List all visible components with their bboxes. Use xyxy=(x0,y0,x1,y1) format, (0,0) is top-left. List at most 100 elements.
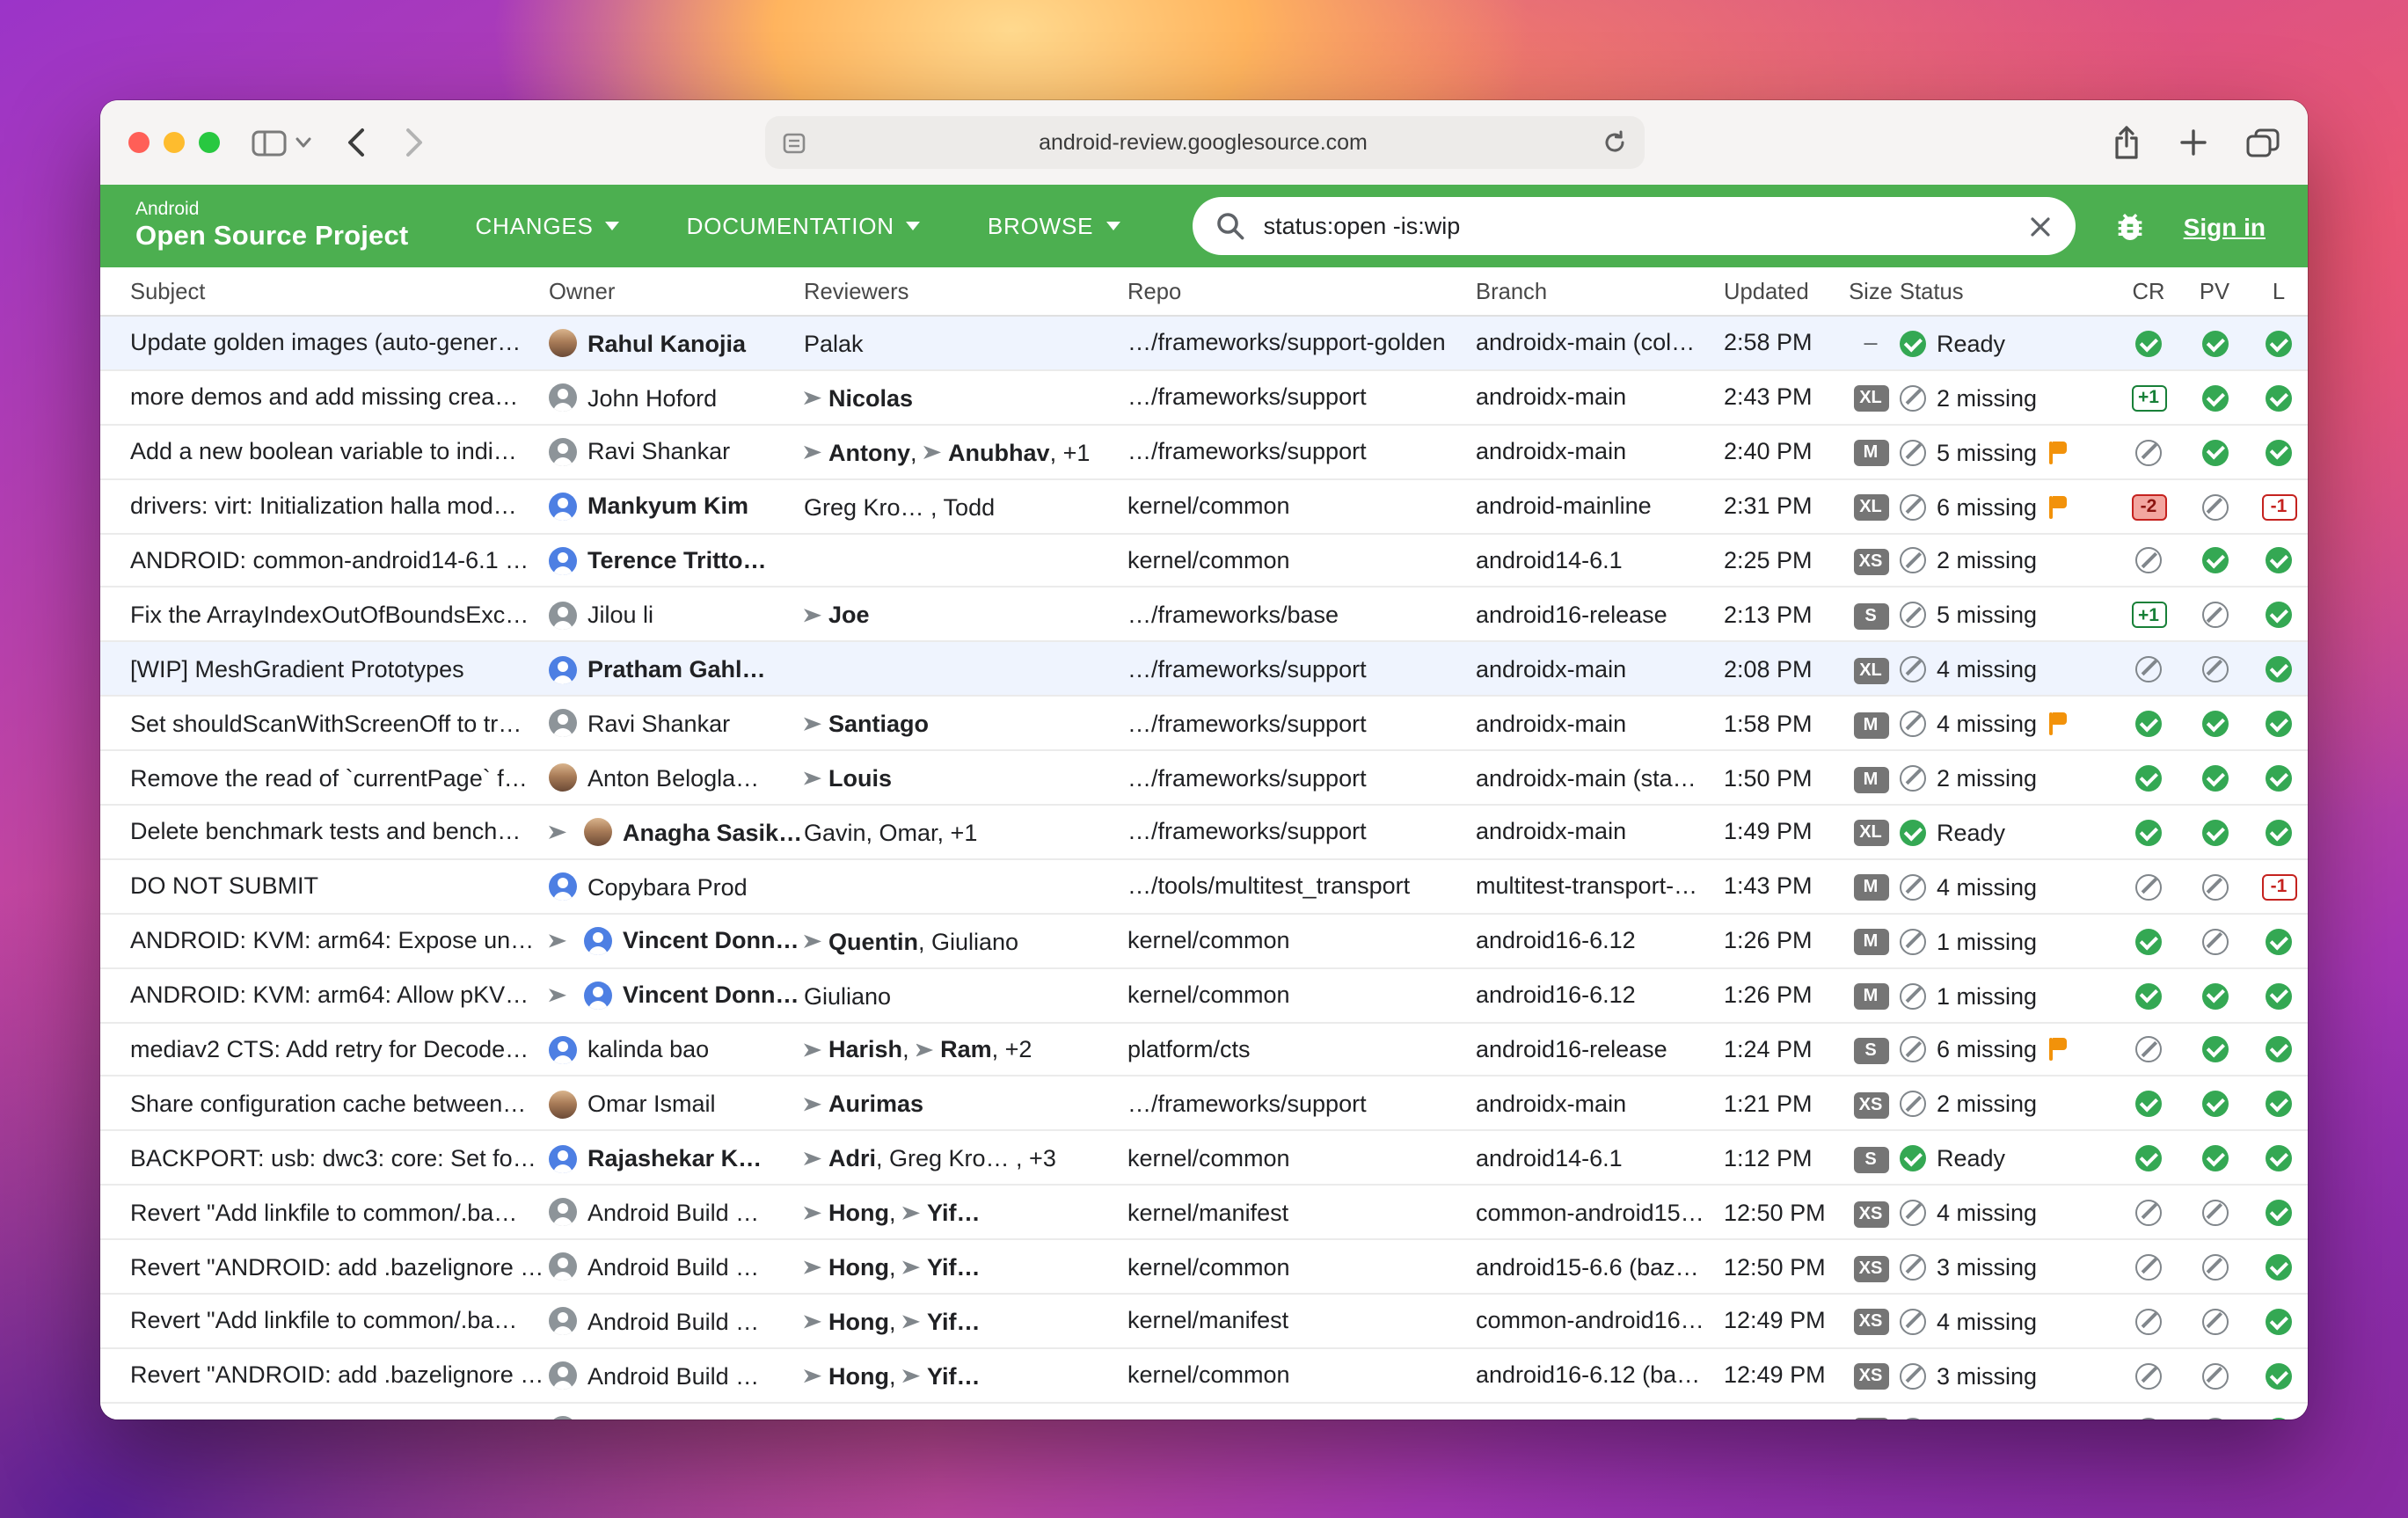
branch-cell[interactable]: android16-6.12 (ba… xyxy=(1476,1348,1724,1403)
owner-cell[interactable]: Omar Ismail xyxy=(549,1076,804,1131)
reload-icon[interactable] xyxy=(1602,130,1626,155)
close-button[interactable] xyxy=(128,132,150,153)
branch-cell[interactable]: android16-release xyxy=(1476,587,1724,642)
owner-cell[interactable]: Anton Belogla… xyxy=(549,750,804,805)
branch-cell[interactable]: androidx-main xyxy=(1476,696,1724,750)
table-row[interactable]: Expose minimal set of Profile Cons…Yuri … xyxy=(100,1403,2308,1419)
table-row[interactable]: mediav2 CTS: Add retry for Decode…kalind… xyxy=(100,1022,2308,1076)
nav-browse[interactable]: BROWSE xyxy=(988,213,1120,239)
table-row[interactable]: Fix the ArrayIndexOutOfBoundsExc…Jilou l… xyxy=(100,587,2308,642)
subject-cell[interactable]: ANDROID: KVM: arm64: Expose un… xyxy=(100,914,549,968)
repo-cell[interactable]: …/frameworks/support xyxy=(1127,370,1476,425)
repo-cell[interactable]: …/frameworks/support xyxy=(1127,1403,1476,1419)
branch-cell[interactable]: android-mainline xyxy=(1476,478,1724,533)
forward-button[interactable] xyxy=(405,127,424,158)
subject-cell[interactable]: Add a new boolean variable to indi… xyxy=(100,425,549,479)
owner-cell[interactable]: Android Build … xyxy=(549,1239,804,1294)
owner-cell[interactable]: Anagha Sasik… xyxy=(549,805,804,859)
subject-cell[interactable]: mediav2 CTS: Add retry for Decode… xyxy=(100,1022,549,1076)
owner-cell[interactable]: Rajashekar K… xyxy=(549,1131,804,1186)
owner-cell[interactable]: Ravi Shankar xyxy=(549,696,804,750)
share-icon[interactable] xyxy=(2112,125,2141,160)
repo-cell[interactable]: platform/cts xyxy=(1127,1022,1476,1076)
branch-cell[interactable]: android16-release xyxy=(1476,1022,1724,1076)
reviewers-cell[interactable]: Adri, Greg Kro… , +3 xyxy=(804,1131,1127,1186)
subject-cell[interactable]: Fix the ArrayIndexOutOfBoundsExc… xyxy=(100,587,549,642)
page-settings-icon[interactable] xyxy=(782,131,805,154)
branch-cell[interactable]: androidx-main xyxy=(1476,642,1724,697)
sign-in-link[interactable]: Sign in xyxy=(2184,212,2266,240)
repo-cell[interactable]: …/frameworks/support xyxy=(1127,750,1476,805)
back-button[interactable] xyxy=(347,127,366,158)
table-row[interactable]: Remove the read of `currentPage` f…Anton… xyxy=(100,750,2308,805)
repo-cell[interactable]: …/frameworks/support xyxy=(1127,696,1476,750)
branch-cell[interactable]: androidx-main (sta… xyxy=(1476,750,1724,805)
table-row[interactable]: Delete benchmark tests and bench…Anagha … xyxy=(100,805,2308,859)
tab-overview-icon[interactable] xyxy=(2246,128,2280,157)
subject-cell[interactable]: drivers: virt: Initialization halla mod… xyxy=(100,478,549,533)
owner-cell[interactable]: Mankyum Kim xyxy=(549,478,804,533)
repo-cell[interactable]: …/frameworks/base xyxy=(1127,587,1476,642)
table-row[interactable]: DO NOT SUBMITCopybara Prod…/tools/multit… xyxy=(100,859,2308,914)
report-bug-icon[interactable] xyxy=(2113,208,2149,244)
branch-cell[interactable]: android14-6.1 xyxy=(1476,1131,1724,1186)
repo-cell[interactable]: kernel/common xyxy=(1127,914,1476,968)
table-row[interactable]: ANDROID: common-android14-6.1 …Terence T… xyxy=(100,533,2308,587)
branch-cell[interactable]: android16-6.12 xyxy=(1476,967,1724,1022)
reviewers-cell[interactable]: Giuliano xyxy=(804,967,1127,1022)
nav-changes[interactable]: CHANGES xyxy=(475,213,619,239)
repo-cell[interactable]: kernel/common xyxy=(1127,533,1476,587)
branch-cell[interactable]: androidx-main xyxy=(1476,1403,1724,1419)
table-row[interactable]: Set shouldScanWithScreenOff to tr…Ravi S… xyxy=(100,696,2308,750)
repo-cell[interactable]: kernel/common xyxy=(1127,967,1476,1022)
branch-cell[interactable]: common-android16… xyxy=(1476,1294,1724,1348)
table-row[interactable]: Revert "ANDROID: add .bazelignore …Andro… xyxy=(100,1348,2308,1403)
clear-search-icon[interactable] xyxy=(2029,214,2054,238)
repo-cell[interactable]: …/tools/multitest_transport xyxy=(1127,859,1476,914)
owner-cell[interactable]: Vincent Donn… xyxy=(549,914,804,968)
repo-cell[interactable]: kernel/common xyxy=(1127,478,1476,533)
table-row[interactable]: drivers: virt: Initialization halla mod…… xyxy=(100,478,2308,533)
table-row[interactable]: Revert "ANDROID: add .bazelignore …Andro… xyxy=(100,1239,2308,1294)
owner-cell[interactable]: Pratham Gahl… xyxy=(549,642,804,697)
zoom-button[interactable] xyxy=(199,132,220,153)
subject-cell[interactable]: more demos and add missing crea… xyxy=(100,370,549,425)
reviewers-cell[interactable]: Hong, Yif… xyxy=(804,1239,1127,1294)
table-row[interactable]: more demos and add missing crea…John Hof… xyxy=(100,370,2308,425)
reviewers-cell[interactable]: Hong, Yif… xyxy=(804,1294,1127,1348)
table-row[interactable]: [WIP] MeshGradient PrototypesPratham Gah… xyxy=(100,642,2308,697)
nav-documentation[interactable]: DOCUMENTATION xyxy=(687,213,921,239)
site-logo[interactable]: Android Open Source Project xyxy=(135,201,408,252)
table-row[interactable]: Revert "Add linkfile to common/.ba…Andro… xyxy=(100,1294,2308,1348)
reviewers-cell[interactable]: Gavin, Omar, +1 xyxy=(804,805,1127,859)
subject-cell[interactable]: Revert "Add linkfile to common/.ba… xyxy=(100,1186,549,1240)
repo-cell[interactable]: kernel/manifest xyxy=(1127,1186,1476,1240)
repo-cell[interactable]: …/frameworks/support-golden xyxy=(1127,316,1476,370)
reviewers-cell[interactable]: Nicolas xyxy=(804,370,1127,425)
owner-cell[interactable]: Copybara Prod xyxy=(549,859,804,914)
owner-cell[interactable]: kalinda bao xyxy=(549,1022,804,1076)
subject-cell[interactable]: Share configuration cache between… xyxy=(100,1076,549,1131)
repo-cell[interactable]: …/frameworks/support xyxy=(1127,642,1476,697)
owner-cell[interactable]: Terence Tritto… xyxy=(549,533,804,587)
repo-cell[interactable]: kernel/manifest xyxy=(1127,1294,1476,1348)
reviewers-cell[interactable]: Aurimas xyxy=(804,1076,1127,1131)
table-row[interactable]: BACKPORT: usb: dwc3: core: Set fo…Rajash… xyxy=(100,1131,2308,1186)
reviewers-cell[interactable]: Quentin, Giuliano xyxy=(804,914,1127,968)
reviewers-cell[interactable]: Hong, Yif… xyxy=(804,1186,1127,1240)
branch-cell[interactable]: androidx-main xyxy=(1476,370,1724,425)
owner-cell[interactable]: Rahul Kanojia xyxy=(549,316,804,370)
subject-cell[interactable]: Delete benchmark tests and bench… xyxy=(100,805,549,859)
subject-cell[interactable]: Remove the read of `currentPage` f… xyxy=(100,750,549,805)
branch-cell[interactable]: android15-6.6 (baz… xyxy=(1476,1239,1724,1294)
branch-cell[interactable]: multitest-transport-… xyxy=(1476,859,1724,914)
repo-cell[interactable]: …/frameworks/support xyxy=(1127,425,1476,479)
branch-cell[interactable]: android16-6.12 xyxy=(1476,914,1724,968)
branch-cell[interactable]: androidx-main (col… xyxy=(1476,316,1724,370)
sidebar-toggle-icon[interactable] xyxy=(252,129,287,156)
subject-cell[interactable]: Revert "ANDROID: add .bazelignore … xyxy=(100,1239,549,1294)
reviewers-cell[interactable]: Palak xyxy=(804,316,1127,370)
reviewers-cell[interactable]: Joe xyxy=(804,587,1127,642)
reviewers-cell[interactable]: Santiago xyxy=(804,696,1127,750)
table-row[interactable]: Share configuration cache between…Omar I… xyxy=(100,1076,2308,1131)
